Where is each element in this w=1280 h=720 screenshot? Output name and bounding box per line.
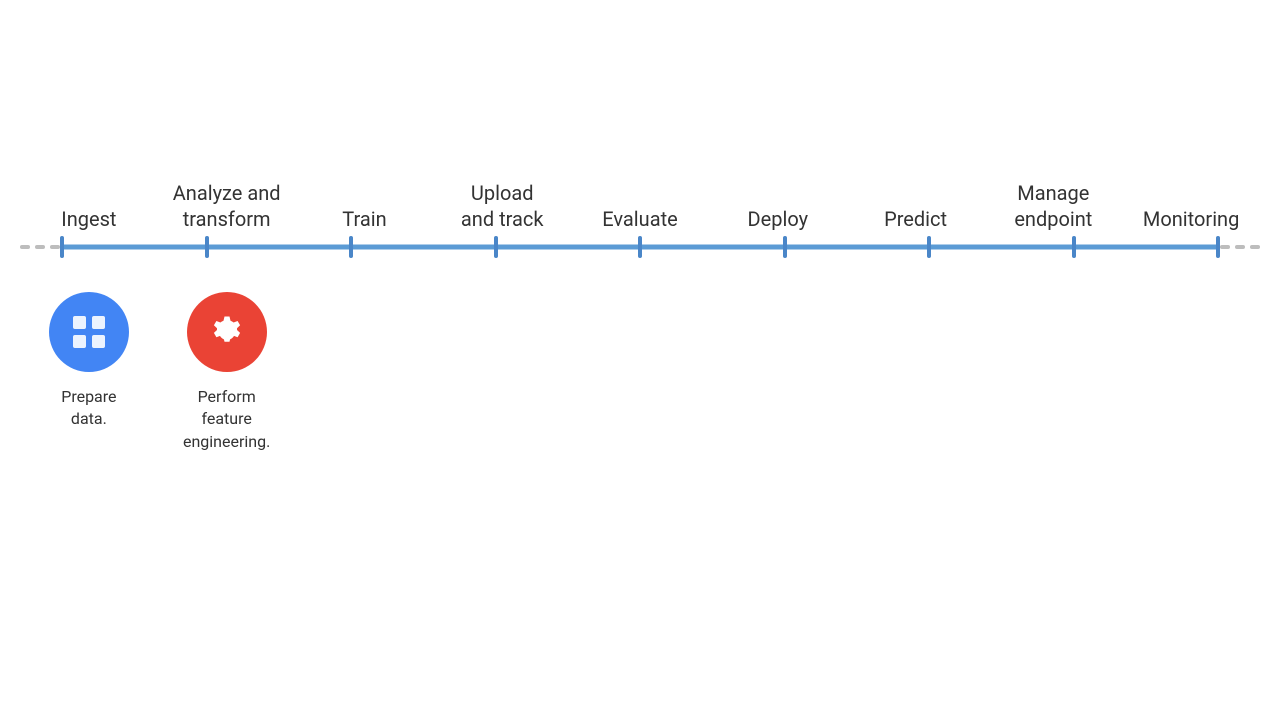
tick-1 [205, 236, 209, 258]
gear-icon [205, 310, 249, 354]
dash-6 [1250, 245, 1260, 249]
step-deploy: Deploy [709, 206, 847, 232]
dash-4 [1220, 245, 1230, 249]
dash-3 [50, 245, 60, 249]
ticks-container [60, 236, 1220, 258]
tick-2 [349, 236, 353, 258]
step-train: Train [296, 206, 434, 232]
dash-5 [1235, 245, 1245, 249]
timeline-wrapper [0, 232, 1280, 262]
icon-circle-analyze [187, 292, 267, 372]
step-evaluate: Evaluate [571, 206, 709, 232]
tick-8 [1216, 236, 1220, 258]
left-dashes [20, 245, 60, 249]
tick-5 [783, 236, 787, 258]
icon-slot-analyze: Performfeatureengineering. [158, 292, 296, 453]
icon-circle-ingest [49, 292, 129, 372]
pipeline-container: Ingest Analyze andtransform Train Upload… [0, 180, 1280, 453]
step-upload-track: Uploadand track [433, 180, 571, 232]
tick-6 [927, 236, 931, 258]
step-manage-endpoint: Manageendpoint [984, 180, 1122, 232]
tick-0 [60, 236, 64, 258]
step-monitoring: Monitoring [1122, 206, 1260, 232]
tick-7 [1072, 236, 1076, 258]
tick-3 [494, 236, 498, 258]
right-dashes [1220, 245, 1260, 249]
dash-2 [35, 245, 45, 249]
tick-4 [638, 236, 642, 258]
step-ingest: Ingest [20, 206, 158, 232]
icon-label-analyze: Performfeatureengineering. [183, 386, 270, 453]
grid-icon [68, 311, 110, 353]
dash-1 [20, 245, 30, 249]
icon-slot-ingest: Preparedata. [20, 292, 158, 431]
icon-label-ingest: Preparedata. [61, 386, 116, 431]
steps-row: Ingest Analyze andtransform Train Upload… [0, 180, 1280, 232]
step-analyze-transform: Analyze andtransform [158, 180, 296, 232]
timeline-solid [60, 232, 1220, 262]
step-predict: Predict [847, 206, 985, 232]
icons-row: Preparedata. Performfeatureengineering. [0, 292, 1280, 453]
